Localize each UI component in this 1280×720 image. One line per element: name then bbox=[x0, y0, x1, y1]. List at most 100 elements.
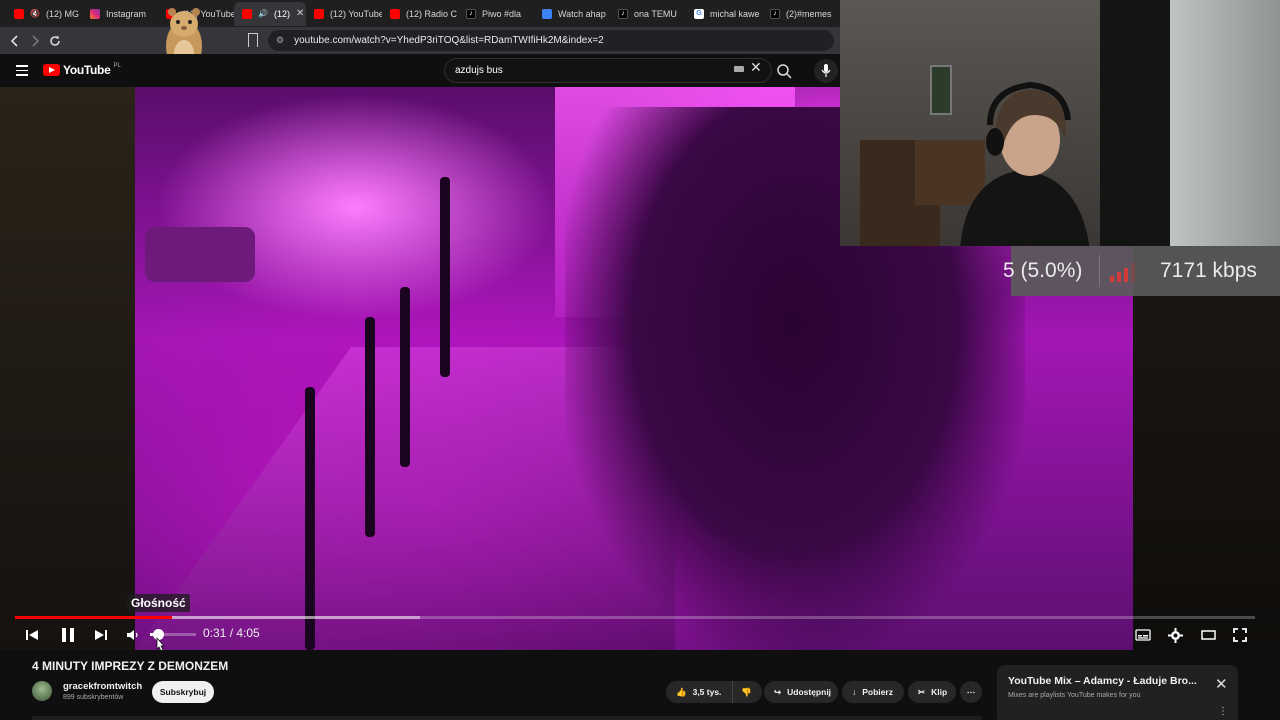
scissors-icon: ✂ bbox=[918, 686, 926, 697]
browser-tab-label: (12) bbox=[273, 8, 290, 19]
bollard bbox=[305, 387, 315, 650]
menu-icon[interactable] bbox=[16, 65, 28, 76]
bollard bbox=[400, 287, 410, 467]
close-tab-icon[interactable]: ✕ bbox=[296, 8, 304, 19]
youtube-icon bbox=[242, 8, 252, 19]
share-icon: ↪ bbox=[774, 686, 782, 697]
parked-car bbox=[145, 227, 255, 282]
browser-tab[interactable]: Instagram bbox=[82, 2, 158, 26]
fullscreen-icon[interactable] bbox=[1231, 625, 1249, 645]
muted-speaker-icon[interactable]: 🔇 bbox=[30, 9, 40, 18]
subtitles-icon[interactable] bbox=[1134, 625, 1152, 645]
youtube-logo[interactable]: YouTube PL bbox=[43, 63, 121, 77]
tiktok-icon: ♪ bbox=[618, 8, 628, 19]
like-button[interactable]: 👍 3,5 tys. bbox=[666, 681, 732, 703]
pause-icon[interactable] bbox=[58, 625, 78, 645]
subscriber-count: 899 subskrybentów bbox=[63, 694, 124, 701]
webcam-curtain bbox=[1100, 0, 1170, 246]
youtube-header: YouTube PL azdujs bus ✕ bbox=[0, 54, 840, 88]
bookmark-icon[interactable] bbox=[248, 33, 258, 47]
download-icon: ↓ bbox=[852, 687, 857, 697]
browser-tab-label: Watch ahap bbox=[558, 8, 606, 19]
time-display: 0:31 / 4:05 bbox=[203, 626, 260, 640]
clear-search-icon[interactable]: ✕ bbox=[750, 59, 762, 76]
browser-tab-label: Instagram bbox=[106, 8, 147, 19]
web-icon bbox=[542, 8, 552, 19]
browser-tab[interactable]: ♪ Piwo #dla bbox=[458, 2, 534, 26]
youtube-icon bbox=[314, 8, 324, 19]
download-button[interactable]: ↓ Pobierz bbox=[842, 681, 904, 703]
speaker-icon[interactable]: 🔊 bbox=[258, 9, 268, 18]
microphone-icon[interactable] bbox=[814, 59, 838, 83]
browser-tab-label: (12) YouTube bbox=[330, 8, 382, 19]
browser-tab[interactable]: (12) Radio C bbox=[382, 2, 458, 26]
browser-tab-strip: 🔇 (12) MG Instagram (12) YouTube 🔊 (12) ✕ (12) … bbox=[0, 0, 840, 27]
mix-subtitle: Mixes are playlists YouTube makes for yo… bbox=[1008, 692, 1141, 699]
more-vert-icon[interactable]: ⋮ bbox=[1218, 706, 1228, 717]
volume-icon[interactable] bbox=[124, 625, 140, 645]
share-label: Udostępnij bbox=[787, 687, 832, 697]
video-title: 4 MINUTY IMPREZY Z DEMONZEM bbox=[32, 659, 229, 673]
video-letterbox-left bbox=[0, 87, 135, 650]
browser-tab[interactable]: Gmichal kawe bbox=[686, 2, 762, 26]
browser-tab[interactable]: 🔇 (12) MG bbox=[6, 2, 82, 26]
avatar[interactable] bbox=[32, 681, 52, 701]
youtube-play-icon bbox=[43, 64, 60, 76]
forward-icon[interactable] bbox=[24, 30, 46, 52]
search-icon[interactable] bbox=[774, 61, 794, 81]
clip-label: Klip bbox=[931, 687, 948, 697]
browser-tab-label: Piwo #dla bbox=[482, 8, 522, 19]
stream-stats-overlay: 5 (5.0%) 7171 kbps bbox=[1003, 246, 1280, 296]
browser-tab[interactable]: Watch ahap bbox=[534, 2, 610, 26]
webcam-window bbox=[1170, 0, 1280, 246]
clip-button[interactable]: ✂ Klip bbox=[908, 681, 956, 703]
divider bbox=[1099, 255, 1100, 287]
browser-toolbar: ⚙ youtube.com/watch?v=YhedP3riTOQ&list=R… bbox=[0, 27, 840, 54]
thumbs-down-icon: 👎 bbox=[741, 686, 752, 697]
tiktok-icon: ♪ bbox=[466, 8, 476, 19]
url-text: youtube.com/watch?v=YhedP3riTOQ&list=RDa… bbox=[294, 35, 604, 46]
close-icon[interactable]: ✕ bbox=[1215, 677, 1228, 692]
browser-tab-label: (2)#memes bbox=[786, 8, 832, 19]
bollard bbox=[365, 317, 375, 537]
more-icon: ⋯ bbox=[966, 686, 976, 697]
browser-tab[interactable]: ♪ (2)#memes bbox=[762, 2, 838, 26]
browser-tab[interactable]: (12) YouTube bbox=[306, 2, 382, 26]
reload-icon[interactable] bbox=[44, 30, 66, 52]
theater-mode-icon[interactable] bbox=[1199, 625, 1217, 645]
bitrate-text: 7171 kbps bbox=[1160, 259, 1257, 282]
previous-icon[interactable] bbox=[24, 625, 40, 645]
download-label: Pobierz bbox=[862, 687, 893, 697]
share-button[interactable]: ↪ Udostępnij bbox=[764, 681, 838, 703]
browser-tab-label: (12) Radio C bbox=[406, 8, 458, 19]
dropped-frames-text: 5 (5.0%) bbox=[1003, 259, 1083, 282]
address-bar[interactable]: ⚙ youtube.com/watch?v=YhedP3riTOQ&list=R… bbox=[268, 30, 834, 51]
region-code: PL bbox=[113, 63, 121, 69]
search-value: azdujs bus bbox=[455, 65, 503, 76]
subscribe-button[interactable]: Subskrybuj bbox=[152, 681, 214, 703]
volume-tooltip: Głośność bbox=[127, 594, 190, 612]
browser-tab-label: ona TEMU bbox=[634, 8, 677, 19]
like-count: 3,5 tys. bbox=[692, 687, 722, 697]
bollard bbox=[440, 177, 450, 377]
back-icon[interactable] bbox=[4, 30, 26, 52]
channel-name[interactable]: gracekfromtwitch bbox=[63, 681, 142, 692]
progress-played bbox=[15, 616, 172, 619]
settings-icon[interactable] bbox=[1166, 625, 1184, 645]
webcam-feed bbox=[840, 0, 1280, 246]
browser-tab-label: (12) MG bbox=[45, 8, 79, 19]
site-settings-icon[interactable]: ⚙ bbox=[276, 35, 284, 46]
keyboard-icon[interactable] bbox=[734, 66, 744, 72]
thumbs-up-icon: 👍 bbox=[676, 686, 687, 697]
next-icon[interactable] bbox=[93, 625, 109, 645]
dislike-button[interactable]: 👎 bbox=[732, 681, 762, 703]
browser-tab[interactable]: ♪ ona TEMU bbox=[610, 2, 686, 26]
google-icon: G bbox=[694, 8, 704, 19]
youtube-icon bbox=[14, 8, 24, 19]
signal-icon bbox=[1110, 263, 1135, 282]
mix-playlist-panel[interactable]: YouTube Mix – Adamcy - Ładuje Bro... Mix… bbox=[997, 665, 1238, 720]
browser-tab[interactable]: 🔊 (12) ✕ bbox=[234, 1, 306, 26]
scroll-edge bbox=[32, 716, 982, 720]
more-actions-button[interactable]: ⋯ bbox=[960, 681, 982, 703]
search-input[interactable]: azdujs bus bbox=[444, 58, 772, 83]
